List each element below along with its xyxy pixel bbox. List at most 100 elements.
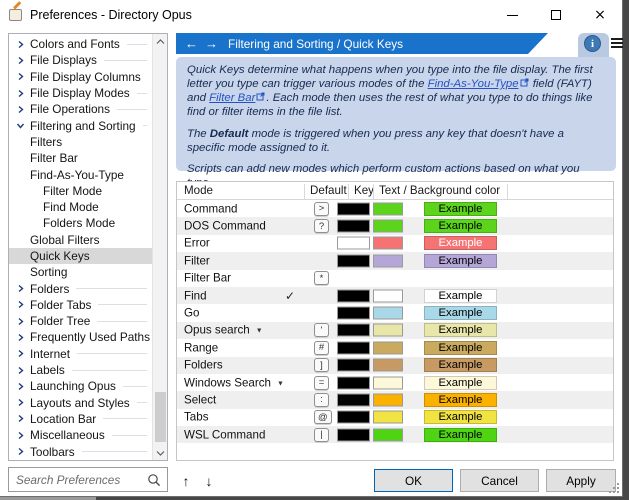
scroll-down-icon[interactable] — [153, 445, 168, 460]
key-badge[interactable]: : — [314, 393, 329, 407]
sidebar-item-labels[interactable]: Labels — [9, 362, 152, 378]
chevron-right-icon[interactable] — [16, 431, 25, 440]
text-color-swatch[interactable] — [337, 307, 370, 320]
sidebar-item-file-display-columns[interactable]: File Display Columns — [9, 69, 152, 85]
key-badge[interactable]: | — [314, 428, 329, 442]
move-down-button[interactable]: ↓ — [199, 471, 219, 491]
column-header-colors[interactable]: Text / Background color — [379, 184, 500, 197]
key-badge[interactable]: @ — [314, 410, 332, 424]
table-row-error[interactable]: ErrorExample — [177, 235, 613, 252]
background-color-swatch[interactable] — [373, 428, 403, 441]
sidebar-scrollbar[interactable] — [152, 34, 167, 460]
back-arrow-icon[interactable]: ← — [185, 37, 198, 50]
sidebar-item-filter-mode[interactable]: Filter Mode — [9, 183, 152, 199]
resize-grip[interactable] — [609, 483, 619, 493]
maximize-button[interactable] — [534, 0, 578, 30]
column-header-mode[interactable]: Mode — [184, 184, 213, 197]
dropdown-arrow-icon[interactable]: ▼ — [256, 328, 263, 335]
table-row-dos-command[interactable]: DOS Command?Example — [177, 217, 613, 234]
chevron-down-icon[interactable] — [16, 121, 25, 130]
sidebar-item-frequently-used-paths[interactable]: Frequently Used Paths — [9, 329, 152, 345]
sidebar-item-filtering-and-sorting[interactable]: Filtering and Sorting — [9, 117, 152, 133]
chevron-right-icon[interactable] — [16, 284, 25, 293]
background-color-swatch[interactable] — [373, 237, 403, 250]
minimize-button[interactable] — [490, 0, 534, 30]
text-color-swatch[interactable] — [337, 220, 370, 233]
sidebar-item-sorting[interactable]: Sorting — [9, 264, 152, 280]
chevron-right-icon[interactable] — [16, 89, 25, 98]
text-color-swatch[interactable] — [337, 324, 370, 337]
background-color-swatch[interactable] — [373, 359, 403, 372]
key-badge[interactable]: * — [314, 271, 329, 285]
sidebar-item-toolbars[interactable]: Toolbars — [9, 443, 152, 459]
sidebar-item-miscellaneous[interactable]: Miscellaneous — [9, 427, 152, 443]
hamburger-menu-icon[interactable] — [611, 38, 623, 48]
sidebar-item-find-mode[interactable]: Find Mode — [9, 199, 152, 215]
sidebar-item-location-bar[interactable]: Location Bar — [9, 411, 152, 427]
background-color-swatch[interactable] — [373, 341, 403, 354]
move-up-button[interactable]: ↑ — [176, 471, 196, 491]
table-row-wsl-command[interactable]: WSL Command|Example — [177, 426, 613, 443]
text-color-swatch[interactable] — [337, 393, 370, 406]
text-color-swatch[interactable] — [337, 289, 370, 302]
key-badge[interactable]: = — [314, 376, 329, 390]
sidebar-item-folders-mode[interactable]: Folders Mode — [9, 215, 152, 231]
text-color-swatch[interactable] — [337, 376, 370, 389]
sidebar-item-layouts-and-styles[interactable]: Layouts and Styles — [9, 395, 152, 411]
key-badge[interactable]: # — [314, 341, 329, 355]
sidebar-item-file-displays[interactable]: File Displays — [9, 52, 152, 68]
text-color-swatch[interactable] — [337, 428, 370, 441]
table-row-find[interactable]: Find✓Example — [177, 287, 613, 304]
key-badge[interactable]: ' — [314, 323, 329, 337]
sidebar-item-launching-opus[interactable]: Launching Opus — [9, 378, 152, 394]
table-row-filter[interactable]: FilterExample — [177, 252, 613, 269]
background-color-swatch[interactable] — [373, 411, 403, 424]
close-button[interactable]: × — [578, 0, 622, 30]
sidebar-item-colors-and-fonts[interactable]: Colors and Fonts — [9, 36, 152, 52]
text-color-swatch[interactable] — [337, 254, 370, 267]
sidebar-item-folders[interactable]: Folders — [9, 280, 152, 296]
apply-button[interactable]: Apply — [546, 469, 616, 492]
text-color-swatch[interactable] — [337, 202, 370, 215]
sidebar-item-global-filters[interactable]: Global Filters — [9, 232, 152, 248]
table-row-folders[interactable]: Folders]Example — [177, 357, 613, 374]
background-color-swatch[interactable] — [373, 289, 403, 302]
forward-arrow-icon[interactable]: → — [205, 37, 218, 50]
sidebar-item-filter-bar[interactable]: Filter Bar — [9, 150, 152, 166]
chevron-right-icon[interactable] — [16, 349, 25, 358]
background-color-swatch[interactable] — [373, 393, 403, 406]
chevron-right-icon[interactable] — [16, 300, 25, 309]
chevron-right-icon[interactable] — [16, 382, 25, 391]
key-badge[interactable]: ] — [314, 358, 329, 372]
table-row-windows-search[interactable]: Windows Search▼=Example — [177, 374, 613, 391]
sidebar-item-find-as-you-type[interactable]: Find-As-You-Type — [9, 166, 152, 182]
ok-button[interactable]: OK — [374, 469, 453, 492]
chevron-right-icon[interactable] — [16, 72, 25, 81]
chevron-right-icon[interactable] — [16, 333, 25, 342]
table-row-tabs[interactable]: Tabs@Example — [177, 409, 613, 426]
table-row-command[interactable]: Command>Example — [177, 200, 613, 217]
table-row-select[interactable]: Select:Example — [177, 391, 613, 408]
sidebar-item-internet[interactable]: Internet — [9, 346, 152, 362]
background-color-swatch[interactable] — [373, 254, 403, 267]
table-row-filter-bar[interactable]: Filter Bar* — [177, 270, 613, 287]
search-preferences-field[interactable]: Search Preferences — [8, 467, 168, 492]
cancel-button[interactable]: Cancel — [460, 469, 539, 492]
text-color-swatch[interactable] — [337, 341, 370, 354]
scrollbar-thumb[interactable] — [155, 392, 166, 442]
background-color-swatch[interactable] — [373, 307, 403, 320]
text-color-swatch[interactable] — [337, 237, 370, 250]
sidebar-item-folder-tree[interactable]: Folder Tree — [9, 313, 152, 329]
column-header-key[interactable]: Key — [354, 184, 374, 197]
table-row-range[interactable]: Range#Example — [177, 339, 613, 356]
chevron-right-icon[interactable] — [16, 56, 25, 65]
default-checkmark-icon[interactable]: ✓ — [269, 289, 311, 303]
dropdown-arrow-icon[interactable]: ▼ — [277, 380, 284, 387]
text-color-swatch[interactable] — [337, 359, 370, 372]
table-row-go[interactable]: GoExample — [177, 304, 613, 321]
sidebar-item-filters[interactable]: Filters — [9, 134, 152, 150]
filter-bar-link[interactable]: Filter Bar — [209, 92, 255, 104]
text-color-swatch[interactable] — [337, 411, 370, 424]
chevron-right-icon[interactable] — [16, 414, 25, 423]
sidebar-item-file-display-modes[interactable]: File Display Modes — [9, 85, 152, 101]
